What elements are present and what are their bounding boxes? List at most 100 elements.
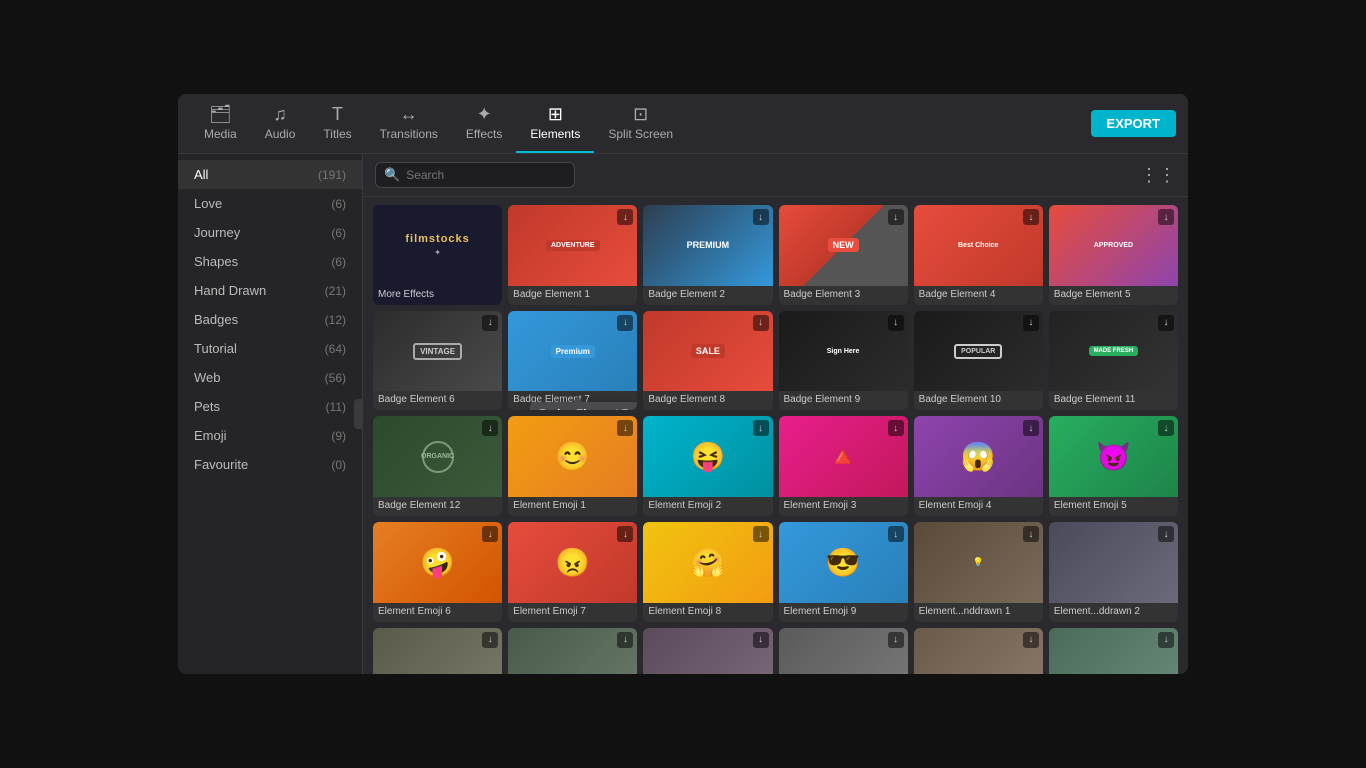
list-item[interactable]: ↓ Element...ddrawn 3 [373,628,502,674]
thumbnail: PREMIUM ↓ [643,205,772,286]
list-item[interactable]: Best Choice ↓ Badge Element 4 [914,205,1043,305]
item-label: Element Emoji 3 [779,497,908,516]
sidebar-item-emoji[interactable]: Emoji (9) [178,421,362,450]
list-item[interactable]: 🔺 ↓ Element Emoji 3 [779,416,908,516]
nav-item-media[interactable]: 🗂 Media [190,94,251,153]
download-icon: ↓ [1023,420,1039,436]
thumbnail: Premium ↓ [508,311,637,392]
sidebar-item-journey[interactable]: Journey (6) [178,218,362,247]
nav-label-titles: Titles [323,127,351,141]
sidebar-item-love[interactable]: Love (6) [178,189,362,218]
list-item[interactable]: filmstocks ✦ More Effects [373,205,502,305]
elements-grid: filmstocks ✦ More Effects ADVENTURE ↓ [373,205,1178,674]
list-item[interactable]: NEW ↓ Badge Element 3 [779,205,908,305]
transitions-icon: ↔ [400,105,418,123]
download-icon: ↓ [482,315,498,331]
thumbnail: NEW ↓ [779,205,908,286]
search-box[interactable]: 🔍 [375,162,575,188]
download-icon: ↓ [482,526,498,542]
item-label: Badge Element 11 [1049,391,1178,410]
download-icon: ↓ [888,209,904,225]
download-icon: ↓ [1023,526,1039,542]
list-item[interactable]: ADVENTURE ↓ Badge Element 1 [508,205,637,305]
splitscreen-icon: ⊡ [633,105,648,123]
sidebar-count-web: (56) [325,371,346,385]
download-icon: ↓ [753,315,769,331]
sidebar-item-web[interactable]: Web (56) [178,363,362,392]
list-item[interactable]: 😎 ↓ Element Emoji 9 [779,522,908,622]
list-item[interactable]: 🤪 ↓ Element Emoji 6 [373,522,502,622]
list-item[interactable]: 😠 ↓ Element Emoji 7 [508,522,637,622]
thumbnail: 😎 ↓ [779,522,908,603]
download-icon: ↓ [1023,209,1039,225]
sidebar-item-shapes[interactable]: Shapes (6) [178,247,362,276]
nav-item-splitscreen[interactable]: ⊡ Split Screen [594,94,687,153]
list-item[interactable]: VINTAGE ↓ Badge Element 6 [373,311,502,411]
download-icon: ↓ [617,632,633,648]
thumbnail: 😱 ↓ [914,416,1043,497]
export-button[interactable]: EXPORT [1091,110,1176,137]
list-item[interactable]: 😈 ↓ Element Emoji 5 [1049,416,1178,516]
list-item[interactable]: ↓ Element...ddrawn 2 [1049,522,1178,622]
sidebar-item-badges[interactable]: Badges (12) [178,305,362,334]
item-label: Element Emoji 7 [508,603,637,622]
list-item[interactable]: ↓ Element...ddrawn 4 [508,628,637,674]
download-icon: ↓ [888,526,904,542]
thumbnail: ↓ [508,628,637,674]
sidebar-item-tutorial[interactable]: Tutorial (64) [178,334,362,363]
sidebar-count-favourite: (0) [331,458,346,472]
nav-item-audio[interactable]: ♫ Audio [251,94,310,153]
list-item[interactable]: POPULAR ↓ Badge Element 10 [914,311,1043,411]
list-item[interactable]: 🤗 ↓ Element Emoji 8 [643,522,772,622]
list-item[interactable]: APPROVED ↓ Badge Element 5 [1049,205,1178,305]
list-item[interactable]: 😱 ↓ Element Emoji 4 [914,416,1043,516]
thumbnail: Best Choice ↓ [914,205,1043,286]
nav-item-titles[interactable]: T Titles [309,94,365,153]
download-icon: ↓ [753,526,769,542]
list-item[interactable]: Premium ↓ Badge Element 7 Badge Element … [508,311,637,411]
download-icon: ↓ [482,420,498,436]
search-input[interactable] [406,168,566,182]
list-item[interactable]: 💡 ↓ Element...nddrawn 1 [914,522,1043,622]
thumbnail: 😈 ↓ [1049,416,1178,497]
list-item[interactable]: ↓ Element...ddrawn 6 [779,628,908,674]
sidebar-item-all[interactable]: All (191) [178,160,362,189]
list-item[interactable]: ↓ Element...ddrawn 7 [914,628,1043,674]
download-icon: ↓ [617,420,633,436]
item-label: Badge Element 2 [643,286,772,305]
thumbnail: ↓ [643,628,772,674]
sidebar-collapse-button[interactable]: ‹ [354,399,363,429]
nav-item-transitions[interactable]: ↔ Transitions [366,94,452,153]
sidebar-item-pets[interactable]: Pets (11) [178,392,362,421]
item-label: Element Emoji 9 [779,603,908,622]
list-item[interactable]: ORGANIC ↓ Badge Element 12 [373,416,502,516]
item-label: Badge Element 9 [779,391,908,410]
list-item[interactable]: MADE FRESH ↓ Badge Element 11 [1049,311,1178,411]
list-item[interactable]: ↓ Element...ddrawn 5 [643,628,772,674]
sidebar-item-handdrawn[interactable]: Hand Drawn (21) [178,276,362,305]
download-icon: ↓ [888,632,904,648]
sidebar-count-shapes: (6) [331,255,346,269]
list-item[interactable]: ↓ Element...ddrawn 8 [1049,628,1178,674]
search-icon: 🔍 [384,167,400,183]
list-item[interactable]: SALE ↓ Badge Element 8 [643,311,772,411]
thumbnail: filmstocks ✦ [373,205,502,286]
list-item[interactable]: 😝 ↓ Element Emoji 2 [643,416,772,516]
sidebar-count-love: (6) [331,197,346,211]
list-item[interactable]: 😊 ↓ Element Emoji 1 [508,416,637,516]
sidebar-item-favourite[interactable]: Favourite (0) [178,450,362,479]
list-item[interactable]: PREMIUM ↓ Badge Element 2 [643,205,772,305]
sidebar-count-badges: (12) [325,313,346,327]
item-label: Badge Element 1 [508,286,637,305]
nav-label-effects: Effects [466,127,502,141]
grid-toggle-icon[interactable]: ⋮⋮ [1140,165,1176,186]
nav-item-effects[interactable]: ✦ Effects [452,94,516,153]
thumbnail: SALE ↓ [643,311,772,392]
nav-item-elements[interactable]: ⊞ Elements [516,94,594,153]
main-content: 🔍 ⋮⋮ filmstocks ✦ [363,154,1188,674]
media-icon: 🗂 [209,105,232,123]
download-icon: ↓ [617,315,633,331]
item-label: Badge Element 3 [779,286,908,305]
list-item[interactable]: Sign Here ↓ Badge Element 9 [779,311,908,411]
item-label: Badge Element 8 [643,391,772,410]
